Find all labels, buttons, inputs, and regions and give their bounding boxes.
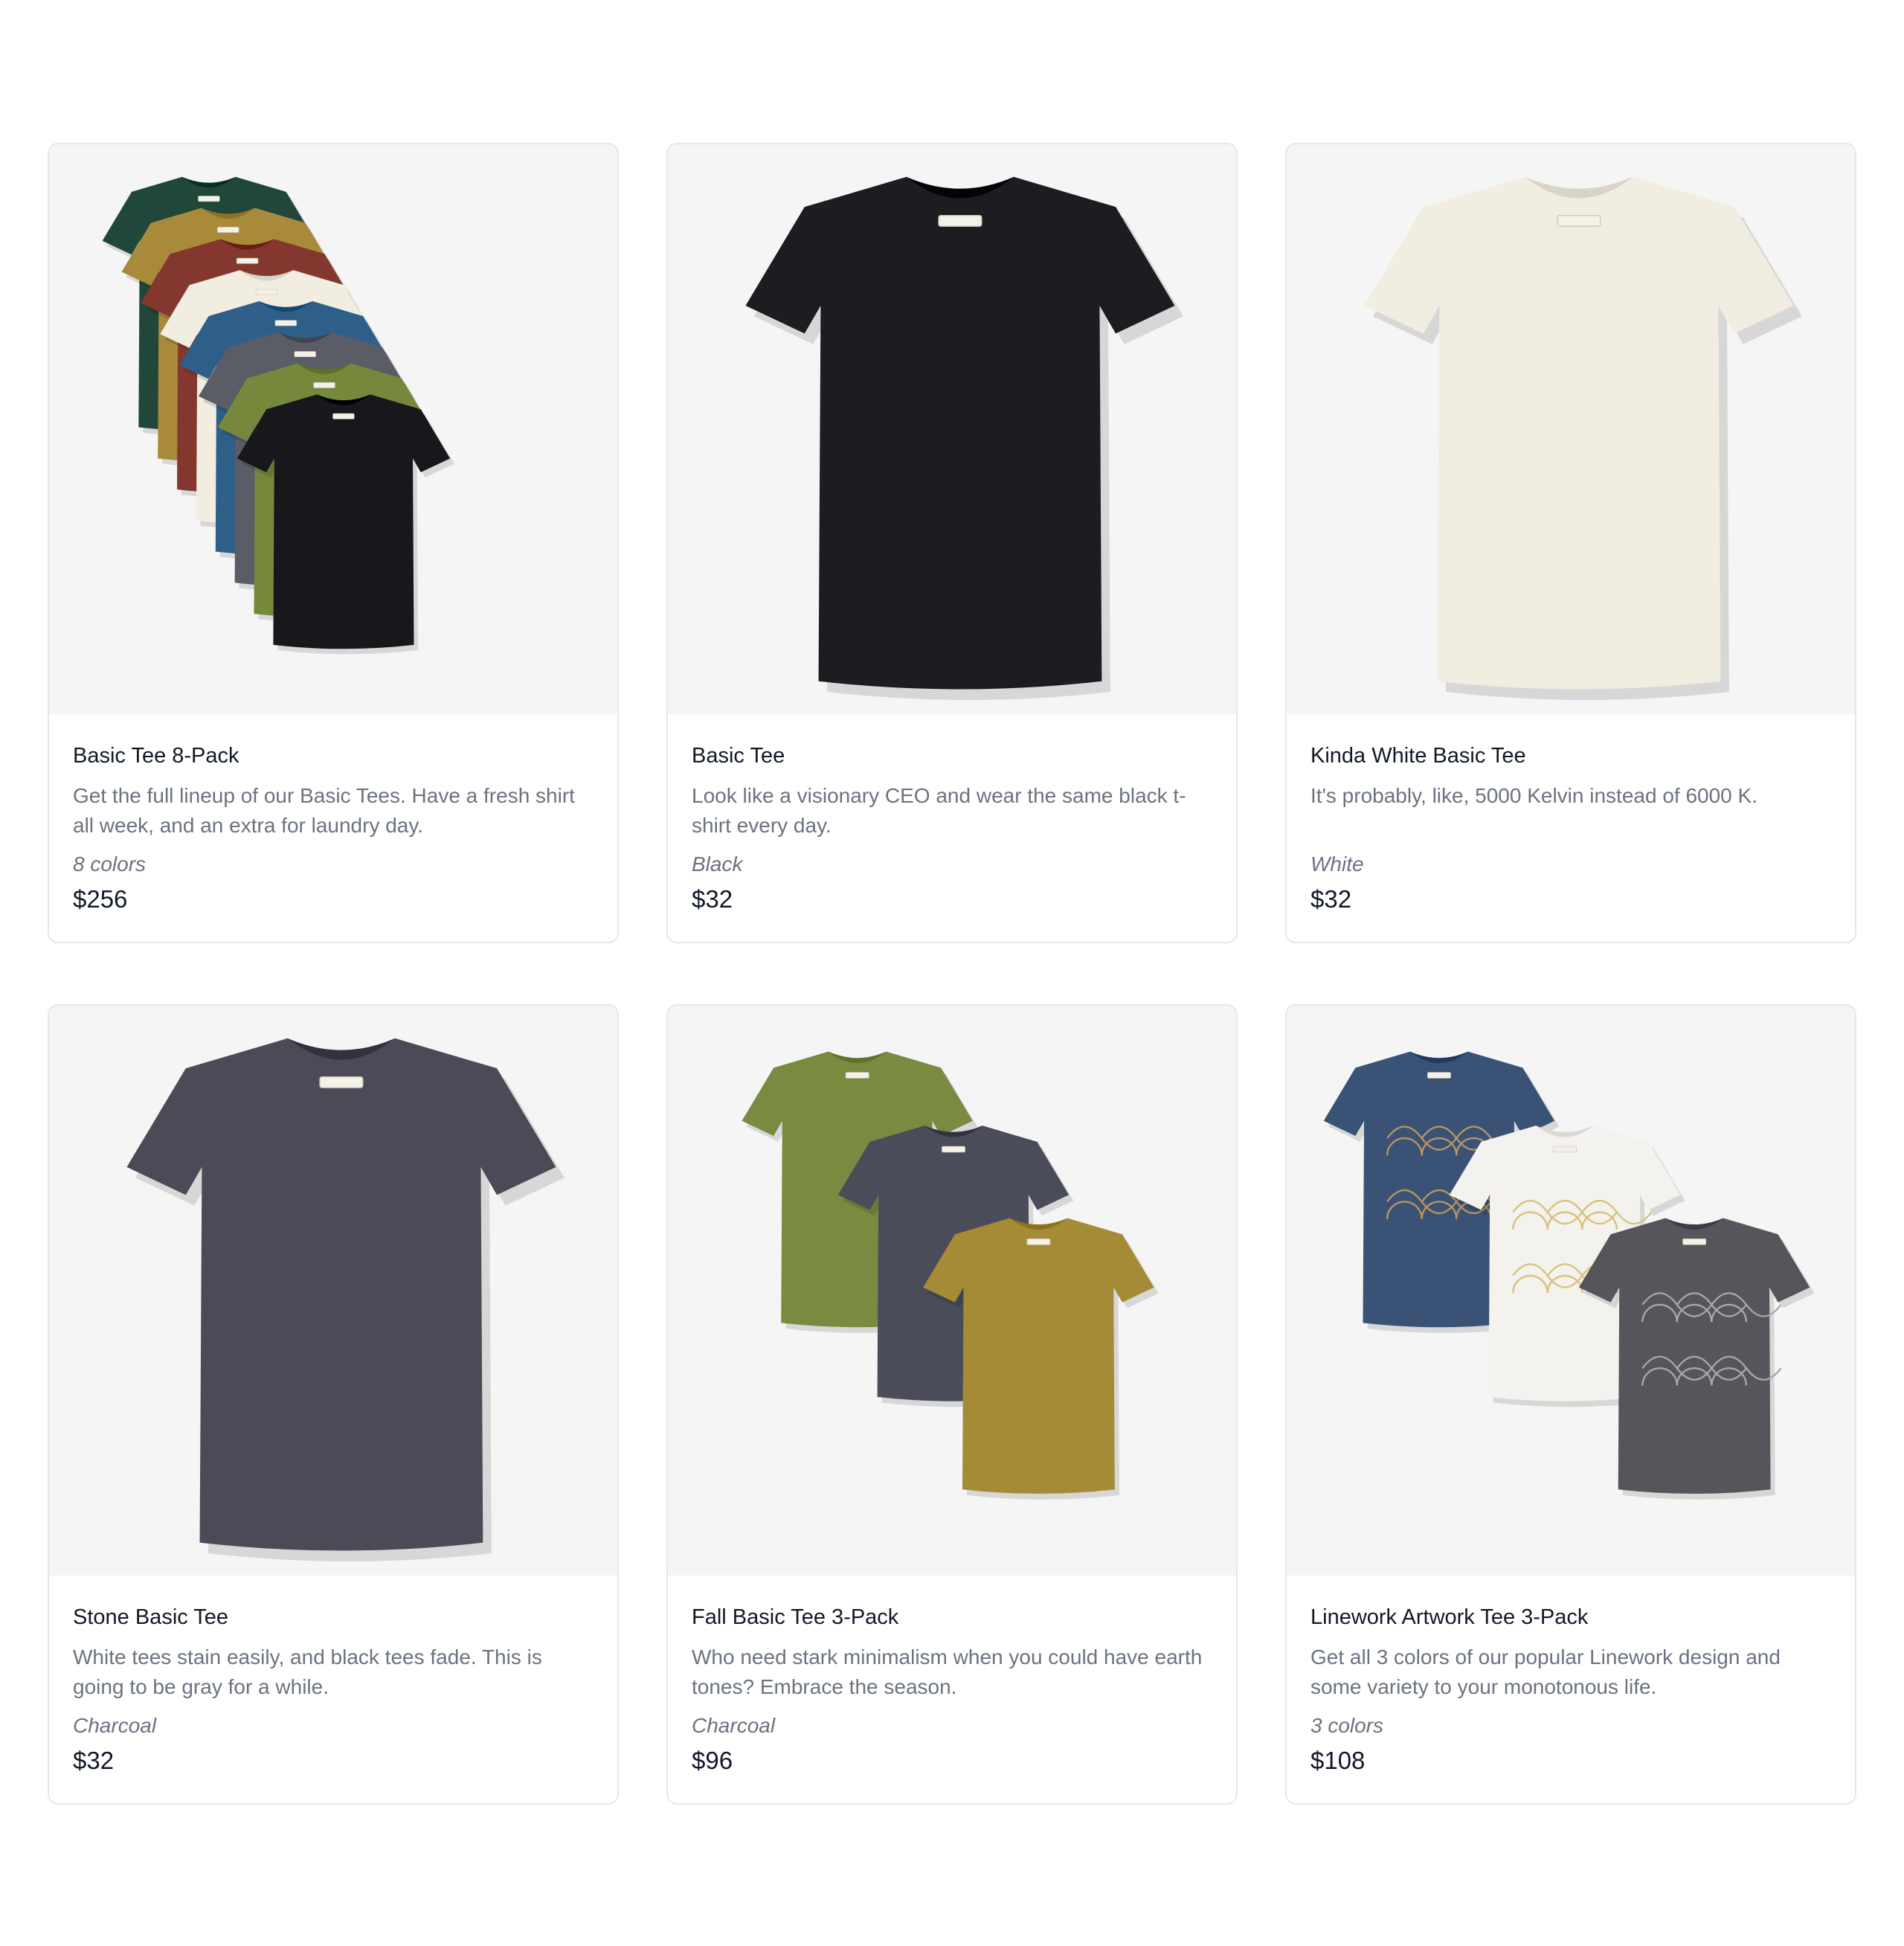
- tshirt-icon: [1364, 176, 1802, 700]
- product-name[interactable]: Kinda White Basic Tee: [1310, 741, 1831, 771]
- product-price: $32: [73, 1747, 115, 1774]
- product-price: $32: [692, 885, 733, 913]
- product-name[interactable]: Basic Tee: [692, 741, 1212, 771]
- product-options: White: [1310, 852, 1364, 876]
- product-description: Get the full lineup of our Basic Tees. H…: [73, 784, 575, 837]
- product-price: $32: [1310, 885, 1352, 913]
- product-price: $256: [73, 885, 128, 913]
- product-name[interactable]: Stone Basic Tee: [73, 1602, 594, 1632]
- product-options: 8 colors: [73, 852, 147, 876]
- tshirt-trio-artwork-icon: [1323, 1051, 1815, 1500]
- product-description: It's probably, like, 5000 Kelvin instead…: [1310, 784, 1757, 807]
- product-name[interactable]: Linework Artwork Tee 3-Pack: [1310, 1602, 1831, 1632]
- product-price: $108: [1310, 1747, 1366, 1774]
- product-image[interactable]: [1287, 144, 1855, 714]
- product-options: 3 colors: [1310, 1714, 1384, 1737]
- product-card[interactable]: Kinda White Basic Tee It's probably, lik…: [1285, 143, 1856, 943]
- product-grid: Basic Tee 8-Pack Get the full lineup of …: [48, 143, 1856, 1805]
- product-image[interactable]: [49, 1006, 617, 1576]
- tshirt-trio-icon: [742, 1051, 1159, 1500]
- product-card[interactable]: Fall Basic Tee 3-Pack Who need stark min…: [666, 1004, 1238, 1805]
- product-image[interactable]: [49, 144, 617, 714]
- product-description: White tees stain easily, and black tees …: [73, 1645, 542, 1698]
- product-options: Black: [692, 852, 743, 876]
- product-card[interactable]: Linework Artwork Tee 3-Pack Get all 3 co…: [1285, 1004, 1856, 1805]
- product-description: Who need stark minimalism when you could…: [692, 1645, 1203, 1698]
- product-price: $96: [692, 1747, 733, 1774]
- product-card[interactable]: Basic Tee 8-Pack Get the full lineup of …: [48, 143, 619, 943]
- product-image[interactable]: [1287, 1006, 1855, 1576]
- product-card[interactable]: Basic Tee Look like a visionary CEO and …: [666, 143, 1238, 943]
- product-description: Look like a visionary CEO and wear the s…: [692, 784, 1186, 837]
- product-description: Get all 3 colors of our popular Linework…: [1310, 1645, 1781, 1698]
- tshirt-stack-8-icon: [102, 176, 454, 655]
- product-name[interactable]: Fall Basic Tee 3-Pack: [692, 1602, 1212, 1632]
- product-name[interactable]: Basic Tee 8-Pack: [73, 741, 594, 771]
- tshirt-shape: [126, 1038, 565, 1561]
- product-options: Charcoal: [73, 1714, 157, 1737]
- product-card[interactable]: Stone Basic Tee White tees stain easily,…: [48, 1004, 619, 1805]
- tshirt-icon: [745, 176, 1183, 700]
- product-options: Charcoal: [692, 1714, 776, 1737]
- tshirt-icon: [126, 1038, 565, 1561]
- tshirt-shape: [745, 176, 1183, 700]
- tshirt-shape: [1364, 176, 1802, 700]
- product-image[interactable]: [668, 144, 1236, 714]
- product-image[interactable]: [668, 1006, 1236, 1576]
